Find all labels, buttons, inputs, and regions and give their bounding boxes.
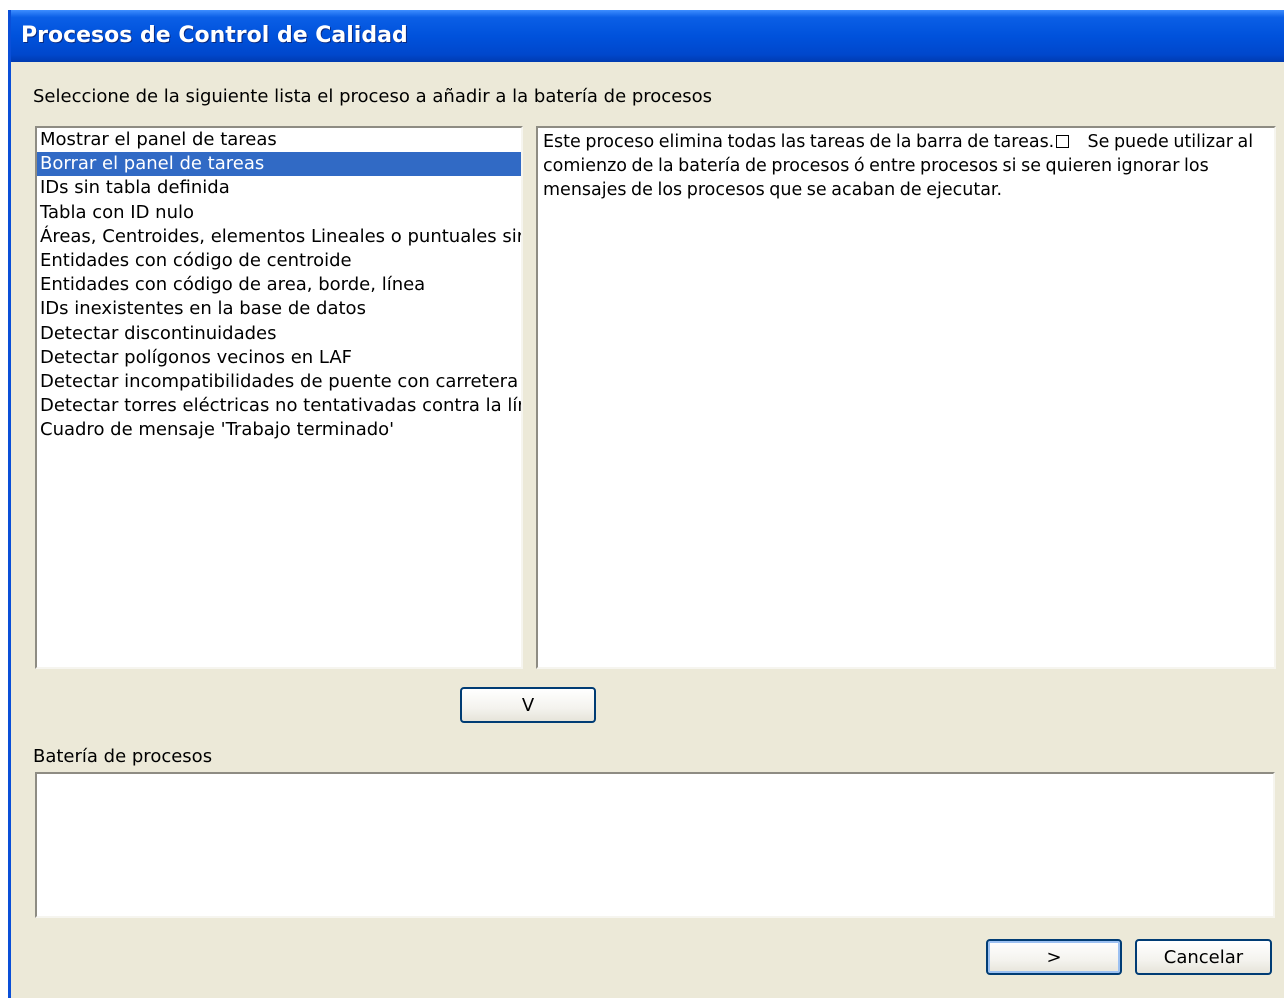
process-list-item[interactable]: Detectar incompatibilidades de puente co… — [37, 370, 521, 394]
process-list-item[interactable]: Entidades con código de area, borde, lín… — [37, 273, 521, 297]
process-list-item[interactable]: Tabla con ID nulo — [37, 201, 521, 225]
process-list-item[interactable]: Entidades con código de centroide — [37, 249, 521, 273]
process-list-item[interactable]: IDs inexistentes en la base de datos — [37, 297, 521, 321]
window-title: Procesos de Control de Calidad — [21, 23, 408, 48]
process-list-item[interactable]: Mostrar el panel de tareas — [37, 128, 521, 152]
process-list-item[interactable]: Detectar polígonos vecinos en LAF — [37, 346, 521, 370]
instructions-label: Seleccione de la siguiente lista el proc… — [33, 86, 713, 107]
dialog-window: Procesos de Control de Calidad Seleccion… — [8, 10, 1284, 998]
description-part1: Este proceso elimina todas las tareas de… — [543, 132, 1055, 152]
process-list-item[interactable]: Detectar discontinuidades — [37, 322, 521, 346]
process-list-item[interactable]: Cuadro de mensaje 'Trabajo terminado' — [37, 418, 521, 442]
unknown-char-icon — [1056, 135, 1070, 148]
add-process-button[interactable]: V — [460, 687, 596, 723]
process-battery-listbox[interactable] — [35, 772, 1275, 918]
process-list-item[interactable]: Áreas, Centroides, elementos Lineales o … — [37, 225, 521, 249]
next-button[interactable]: > — [986, 939, 1122, 975]
process-list-item[interactable]: IDs sin tabla definida — [37, 176, 521, 200]
description-textbox[interactable]: Este proceso elimina todas las tareas de… — [536, 126, 1276, 669]
process-listbox[interactable]: Mostrar el panel de tareas Borrar el pane… — [35, 126, 523, 669]
process-list-item[interactable]: Detectar torres eléctricas no tentativad… — [37, 394, 521, 418]
process-list-item[interactable]: Borrar el panel de tareas — [37, 152, 521, 177]
battery-label: Batería de procesos — [33, 746, 213, 767]
title-bar[interactable]: Procesos de Control de Calidad — [11, 10, 1284, 62]
description-text: Este proceso elimina todas las tareas de… — [538, 128, 1274, 202]
cancel-button[interactable]: Cancelar — [1135, 939, 1272, 975]
